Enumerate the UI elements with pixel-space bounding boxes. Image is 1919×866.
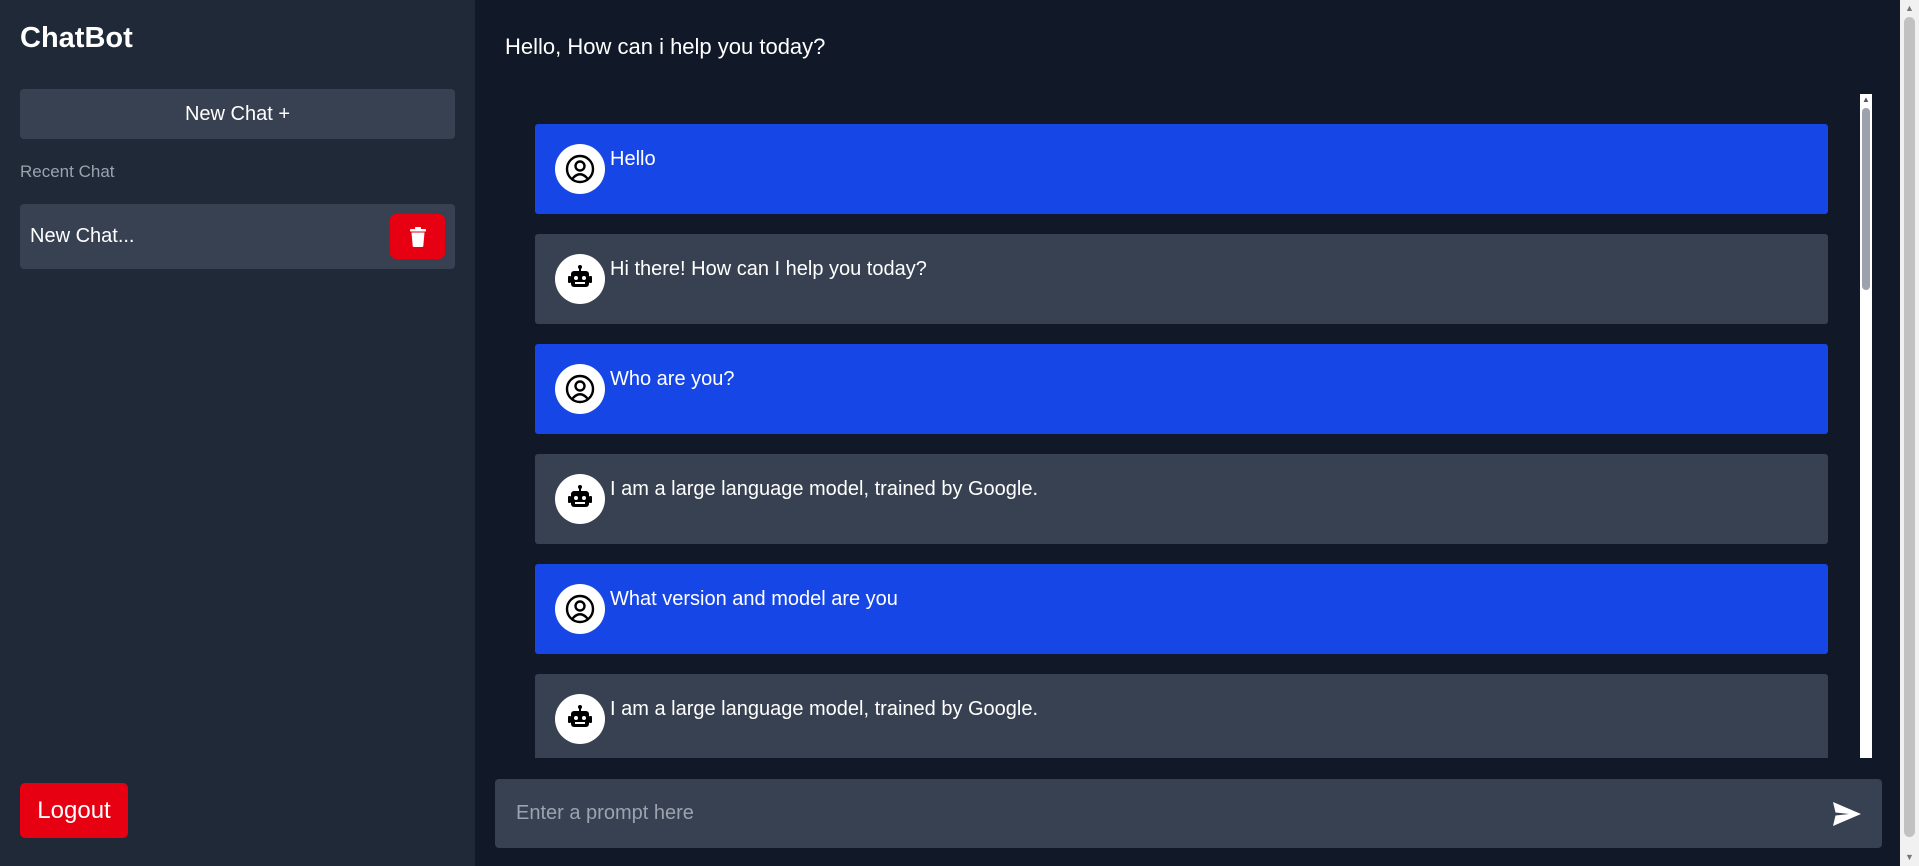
bot-message: I am a large language model, trained by … [535, 674, 1828, 758]
scroll-up-arrow-icon[interactable]: ▲ [1861, 95, 1871, 105]
bot-avatar [555, 254, 605, 304]
robot-icon [568, 705, 592, 727]
user-avatar [555, 584, 605, 634]
user-message: Hello [535, 124, 1828, 214]
page-scroll-down-icon[interactable]: ▼ [1900, 849, 1919, 866]
recent-chat-item-label: New Chat... [30, 225, 135, 247]
new-chat-button[interactable]: New Chat + [20, 89, 455, 139]
page-scrollbar-thumb[interactable] [1904, 17, 1915, 837]
message-text: Hello [610, 148, 656, 170]
message-list[interactable]: Hello Hi there! How can I help you today… [535, 94, 1837, 758]
user-circle-icon [565, 374, 595, 404]
greeting-header: Hello, How can i help you today? [505, 34, 826, 59]
user-message: What version and model are you [535, 564, 1828, 654]
page-scroll-up-icon[interactable]: ▲ [1900, 0, 1919, 17]
bot-message: Hi there! How can I help you today? [535, 234, 1828, 324]
prompt-bar [495, 779, 1882, 848]
message-text: Who are you? [610, 368, 735, 390]
message-text: What version and model are you [610, 588, 898, 610]
bot-avatar [555, 694, 605, 744]
app-title: ChatBot [20, 22, 133, 54]
logout-button[interactable]: Logout [20, 783, 128, 838]
send-icon [1833, 802, 1861, 826]
robot-icon [568, 265, 592, 287]
chat-main: Hello, How can i help you today? Hello H… [475, 0, 1900, 866]
message-scrollbar[interactable]: ▲ [1860, 94, 1872, 758]
sidebar: ChatBot New Chat + Recent Chat New Chat.… [0, 0, 475, 866]
user-avatar [555, 144, 605, 194]
trash-icon [409, 226, 426, 247]
robot-icon [568, 485, 592, 507]
message-text: Hi there! How can I help you today? [610, 258, 927, 280]
message-scrollbar-thumb[interactable] [1862, 108, 1870, 290]
recent-chat-item[interactable]: New Chat... [20, 204, 455, 269]
user-circle-icon [565, 154, 595, 184]
user-circle-icon [565, 594, 595, 624]
bot-avatar [555, 474, 605, 524]
user-avatar [555, 364, 605, 414]
user-message: Who are you? [535, 344, 1828, 434]
delete-chat-button[interactable] [390, 214, 445, 259]
bot-message: I am a large language model, trained by … [535, 454, 1828, 544]
prompt-input[interactable] [495, 779, 1795, 848]
message-text: I am a large language model, trained by … [610, 698, 1039, 720]
recent-chat-heading: Recent Chat [20, 162, 115, 181]
send-button[interactable] [1832, 799, 1862, 829]
page-scrollbar[interactable]: ▲ ▼ [1900, 0, 1919, 866]
message-text: I am a large language model, trained by … [610, 478, 1039, 500]
